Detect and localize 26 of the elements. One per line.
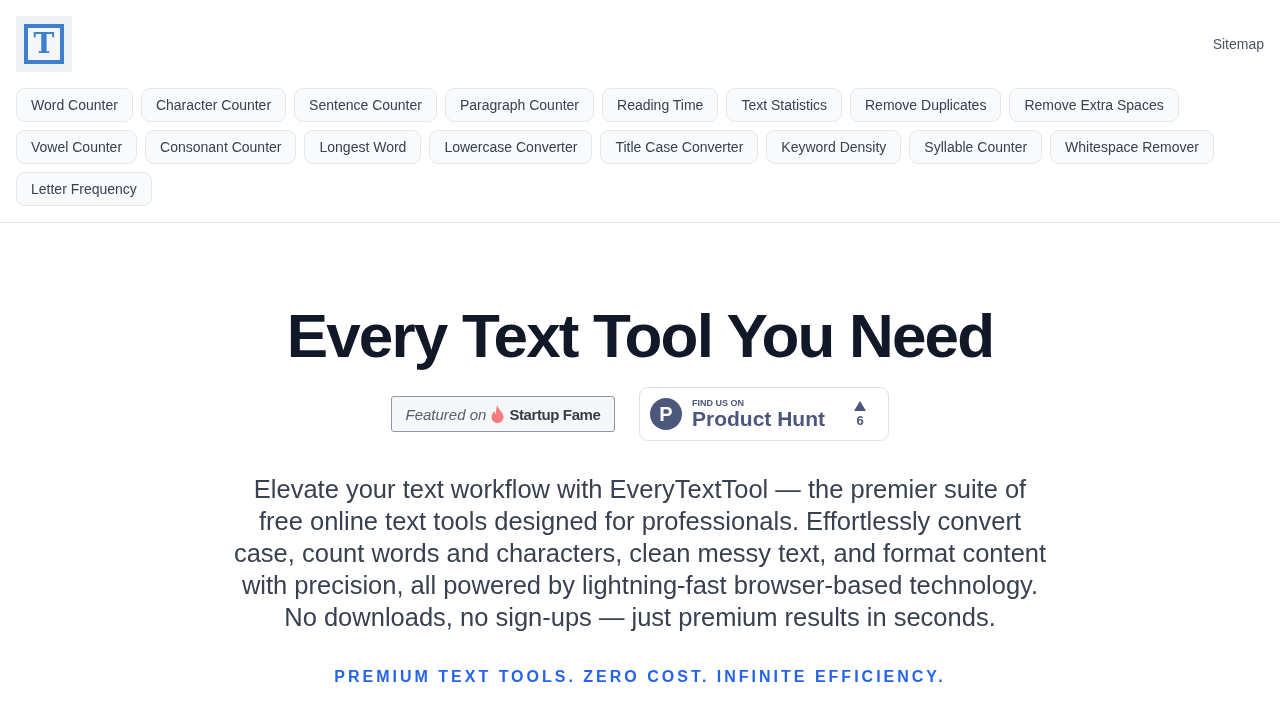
flame-icon: [491, 405, 505, 423]
nav-link[interactable]: Longest Word: [304, 130, 422, 164]
nav-link[interactable]: Word Counter: [16, 88, 133, 122]
product-hunt-logo: P: [650, 398, 682, 430]
nav-link[interactable]: Sentence Counter: [294, 88, 437, 122]
nav-link[interactable]: Consonant Counter: [145, 130, 297, 164]
nav-link[interactable]: Keyword Density: [766, 130, 902, 164]
nav-link[interactable]: Letter Frequency: [16, 172, 152, 206]
sitemap-link[interactable]: Sitemap: [1212, 34, 1264, 54]
nav-link[interactable]: Remove Extra Spaces: [1009, 88, 1179, 122]
nav-link[interactable]: Vowel Counter: [16, 130, 138, 164]
nav-link[interactable]: Reading Time: [602, 88, 719, 122]
upvote-triangle-icon: [854, 400, 866, 411]
page-title: Every Text Tool You Need: [286, 300, 994, 371]
nav-link[interactable]: Character Counter: [140, 88, 287, 122]
nav-link[interactable]: Syllable Counter: [909, 130, 1043, 164]
nav-link[interactable]: Remove Duplicates: [850, 88, 1002, 122]
nav-link[interactable]: Text Statistics: [726, 88, 842, 122]
tagline: PREMIUM TEXT TOOLS. ZERO COST. INFINITE EFFICIENCY.: [334, 667, 946, 687]
nav-link[interactable]: Whitespace Remover: [1050, 130, 1214, 164]
app-logo[interactable]: T: [16, 16, 72, 72]
nav-link[interactable]: Title Case Converter: [600, 130, 759, 164]
nav-link[interactable]: Lowercase Converter: [429, 130, 593, 164]
startup-fame-badge[interactable]: Featured on Startup Fame: [391, 396, 615, 432]
intro-paragraph: Elevate your text workflow with EveryTextTool — the premier suite of free online text tools designed for professionals. Effortlessly convert case, count words and characters, clean messy text, and format content with precision, all powered by lightning-fast browser-based technology. No downloads, no sign-ups — just premium results in seconds.: [232, 474, 1048, 633]
nav-link[interactable]: Paragraph Counter: [444, 88, 594, 122]
